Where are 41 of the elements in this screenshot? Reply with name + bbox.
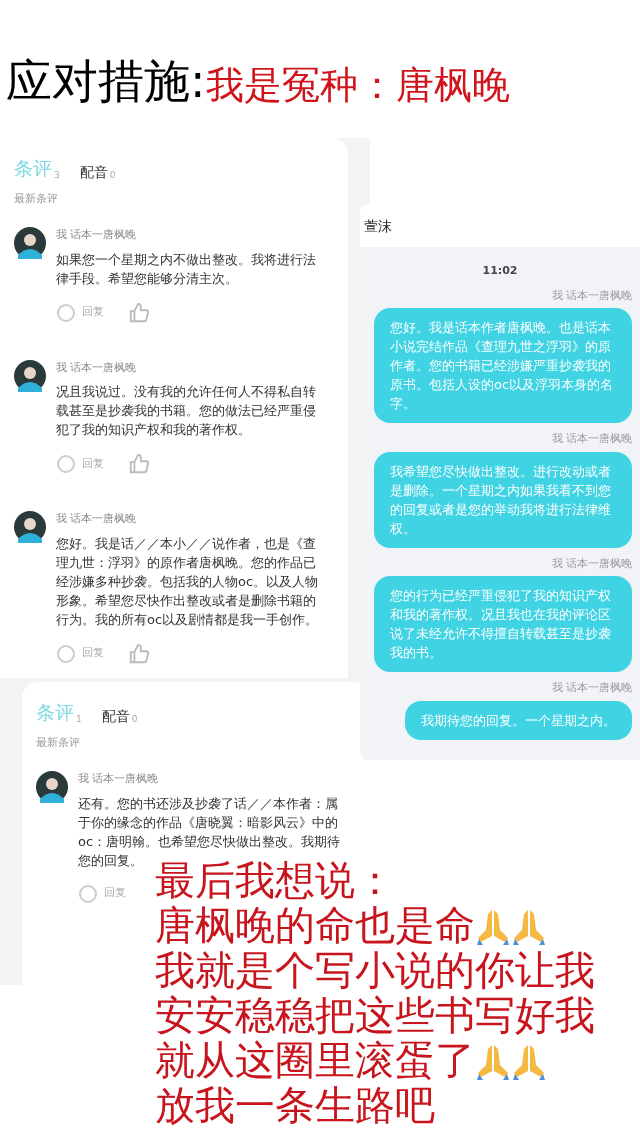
comment-icon <box>56 643 76 664</box>
avatar <box>36 771 68 803</box>
comment-text: 您好。我是话／／本小／／说作者，也是《查理九世：浮羽》的原作者唐枫晚。您的作品已经涉嫌多种抄袭。包括我的人物oc。以及人物形象。希望您尽快作出整改或者是删除书籍的行为。我的所有oc以及剧情都是我一手创作。 <box>56 534 320 629</box>
comment-icon <box>56 302 76 323</box>
sender-name: 我 话本一唐枫晚 <box>551 680 632 696</box>
comment-author: 我 话本一唐枫晚 <box>56 227 138 243</box>
comment-icon <box>78 883 98 904</box>
avatar <box>14 227 46 259</box>
comment-author: 我 话本一唐枫晚 <box>56 511 138 527</box>
comment-author: 我 话本一唐枫晚 <box>56 359 138 376</box>
heading: 应对措施: <box>6 58 206 104</box>
message-bubble: 我期待您的回复。一个星期之内。 <box>405 700 632 740</box>
reply-button[interactable]: 回复 <box>78 883 126 904</box>
comment-text: 如果您一个星期之内不做出整改。我将进行法律手段。希望您能够分清主次。 <box>56 250 317 288</box>
closing-text: 我就是个写小说的你让我 <box>155 948 595 993</box>
sender-name: 我 话本一唐枫晚 <box>551 431 632 447</box>
closing-text: 唐枫晚的命也是命 <box>155 903 475 948</box>
thumbs-up-icon[interactable] <box>128 453 150 475</box>
reply-button[interactable]: 回复 <box>56 643 104 664</box>
thumbs-up-icon[interactable] <box>128 301 150 324</box>
thumbs-up-icon[interactable] <box>128 642 150 665</box>
message-time: 11:02 <box>482 263 518 279</box>
closing-text: 放我一条生路吧 <box>155 1083 435 1128</box>
section-title: 最新条评 <box>36 734 81 751</box>
message-bubble: 您的行为已经严重侵犯了我的知识产权和我的著作权。况且我也在我的评论区说了未经允许不得擅自转载甚至是抄袭我的书。 <box>374 576 632 672</box>
avatar <box>14 359 46 392</box>
section-title: 最新条评 <box>14 190 59 207</box>
message-bubble: 您好。我是话本作者唐枫晚。也是话本小说完结作品《查理九世之浮羽》的原作者。您的书籍已经涉嫌严重抄袭我的原书。包括人设的oc以及浮羽本身的名字。 <box>374 308 632 423</box>
sender-name: 我 话本一唐枫晚 <box>551 287 632 304</box>
comment-text: 况且我说过。没有我的允许任何人不得私自转载甚至是抄袭我的书籍。您的做法已经严重侵犯了我的知识产权和我的著作权。 <box>56 383 317 439</box>
avatar <box>14 511 46 543</box>
message-bubble: 我希望您尽快做出整改。进行改动或者是删除。一个星期之内如果我看不到您的回复或者是您的举动我将进行法律维权。 <box>374 451 632 548</box>
heading-subtitle: 我是冤种：唐枫晚 <box>205 66 510 104</box>
reply-button[interactable]: 回复 <box>56 454 104 474</box>
closing-text: 安安稳稳把这些书写好我 <box>155 993 595 1038</box>
comment-icon <box>56 454 76 474</box>
contact-name: 萱沫 <box>364 216 392 236</box>
reply-button[interactable]: 回复 <box>56 302 104 323</box>
sender-name: 我 话本一唐枫晚 <box>551 555 632 572</box>
closing-text: 就从这圈里滚蛋了 <box>155 1038 475 1083</box>
comment-author: 我 话本一唐枫晚 <box>78 771 160 787</box>
